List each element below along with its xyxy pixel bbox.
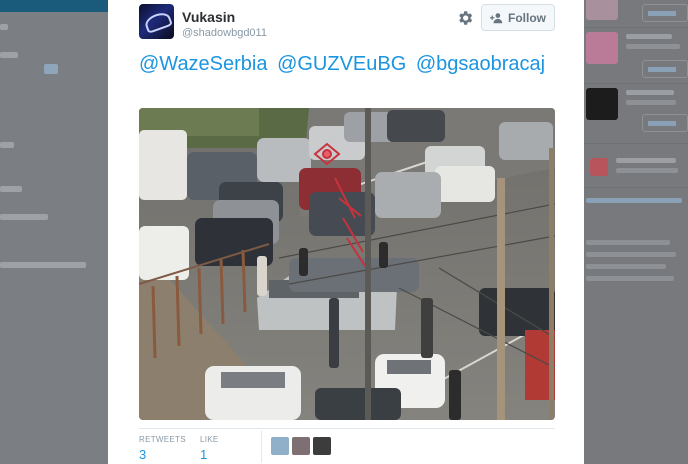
likes-label: LIKE [200,435,219,444]
tweet-card: Vukasin @shadowbgd011 Follow @WazeSerbia… [108,0,584,464]
mention-link[interactable]: @WazeSerbia [139,53,268,75]
background-left-column [0,0,108,464]
mention-link[interactable]: @GUZVEuBG [277,53,406,75]
retweets-count: 3 [139,447,147,462]
retweets-stat[interactable]: RETWEETS 3 [139,435,186,462]
author-name[interactable]: Vukasin [182,9,235,25]
background-topbar [0,0,108,12]
likers-avatars [271,437,331,455]
mention-link[interactable]: @bgsaobracaj [416,53,545,75]
liker-avatar[interactable] [292,437,310,455]
background-right-column [584,0,688,464]
traffic-accident-photo[interactable] [139,108,555,420]
liker-avatar[interactable] [271,437,289,455]
add-user-icon [490,12,503,23]
likes-count: 1 [200,447,208,462]
follow-label: Follow [508,10,546,25]
stats-divider [261,431,262,463]
gear-icon[interactable] [456,9,474,27]
tweet-text: @WazeSerbia @GUZVEuBG @bgsaobracaj [139,52,559,77]
tweet-stats: RETWEETS 3 LIKE 1 [139,428,555,464]
photo-illustration [139,108,555,420]
retweets-label: RETWEETS [139,435,186,444]
author-handle[interactable]: @shadowbgd011 [182,27,267,39]
avatar-icon[interactable] [139,4,174,39]
follow-button[interactable]: Follow [481,4,555,31]
likes-stat[interactable]: LIKE 1 [200,435,219,462]
liker-avatar[interactable] [313,437,331,455]
